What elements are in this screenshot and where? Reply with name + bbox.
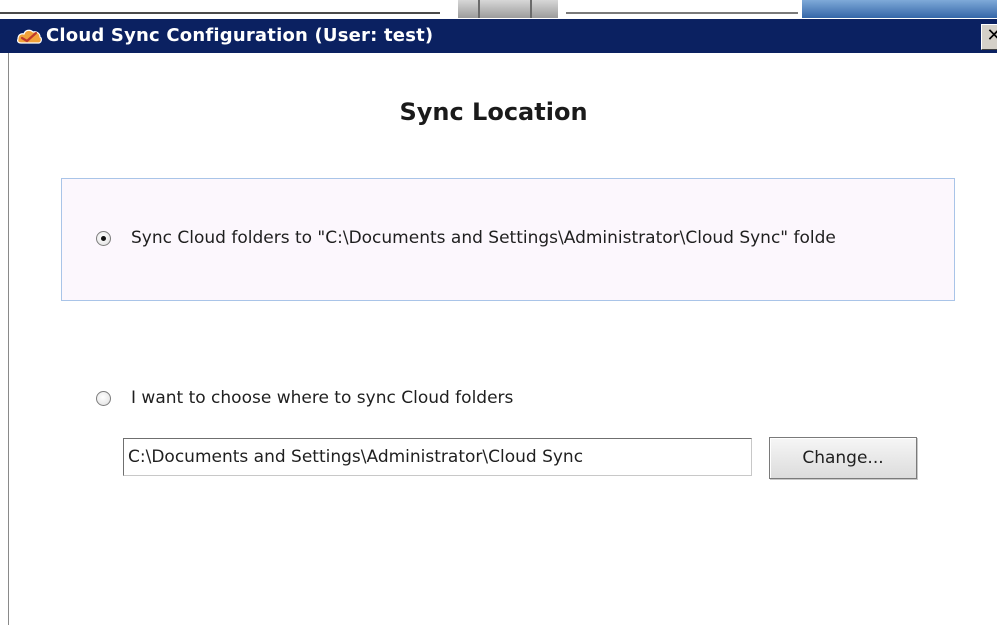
background-window-titlebar <box>802 0 997 18</box>
page-title-text: Sync Location <box>399 98 588 126</box>
background-divider <box>530 0 532 18</box>
change-button[interactable]: Change... <box>769 437 917 479</box>
close-button[interactable]: ✕ <box>981 24 997 50</box>
dialog-title: Cloud Sync Configuration (User: test) <box>46 25 434 46</box>
radio-selected-dot <box>101 236 106 241</box>
page-title: Sync Location <box>0 98 997 126</box>
background-toolbar-buttons <box>458 0 558 18</box>
background-windows-strip <box>0 0 997 19</box>
close-icon: ✕ <box>986 25 997 46</box>
dialog-titlebar[interactable]: Cloud Sync Configuration (User: test) ✕ <box>0 19 997 53</box>
dialog-client-area <box>8 53 997 625</box>
background-window-edge <box>0 0 440 14</box>
sync-path-field[interactable] <box>123 438 752 476</box>
default-location-radio[interactable] <box>96 231 111 246</box>
cloud-sync-app-icon <box>15 26 43 46</box>
background-divider <box>478 0 480 18</box>
screen: Cloud Sync Configuration (User: test) ✕ … <box>0 0 997 625</box>
background-window-edge <box>566 0 798 14</box>
custom-location-radio[interactable] <box>96 391 111 406</box>
custom-location-label[interactable]: I want to choose where to sync Cloud fol… <box>131 388 513 408</box>
default-location-label[interactable]: Sync Cloud folders to "C:\Documents and … <box>131 228 953 248</box>
